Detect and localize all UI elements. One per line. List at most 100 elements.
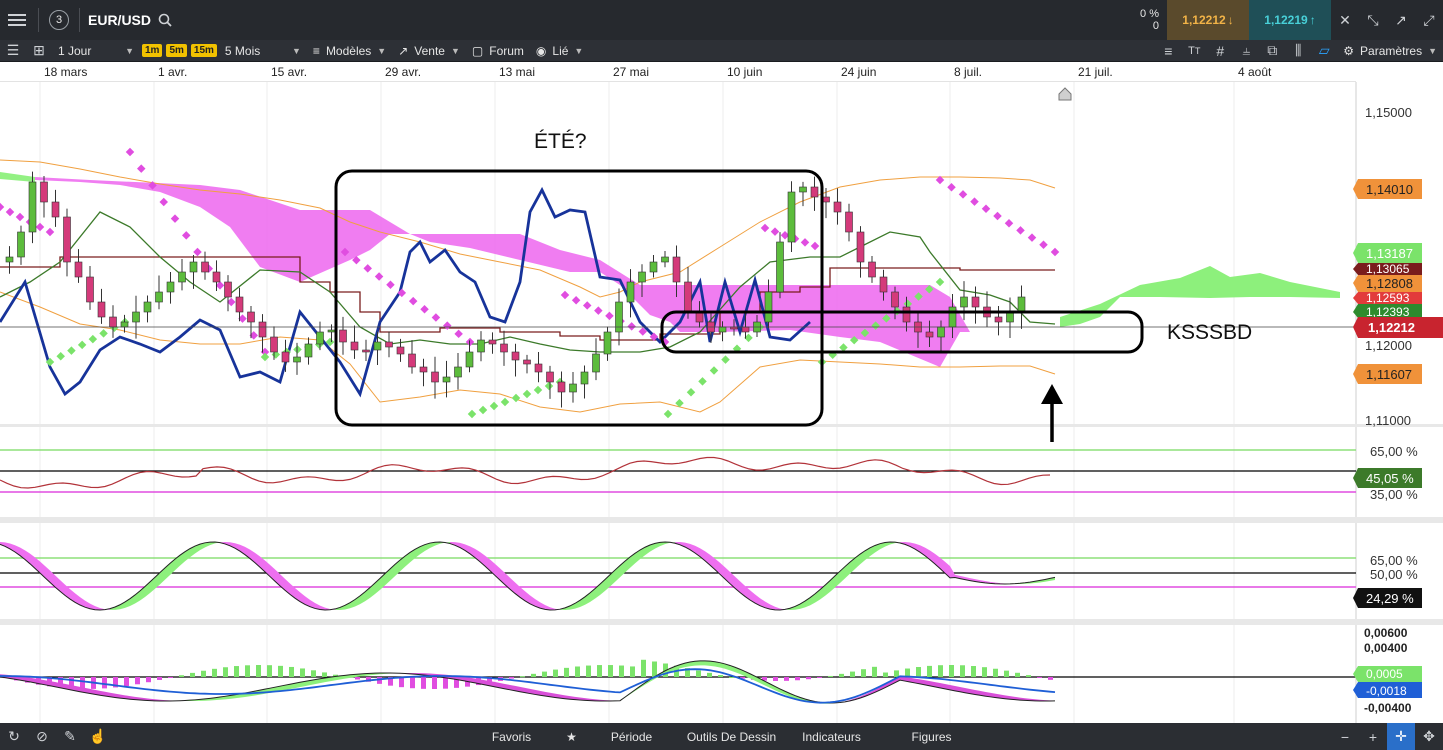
panel-separator[interactable] (0, 517, 1443, 523)
panel-separator[interactable] (0, 619, 1443, 625)
candle-body (97, 301, 106, 318)
candle-body (960, 296, 968, 308)
svg-text:1,12593: 1,12593 (1366, 291, 1410, 305)
pencil-icon[interactable]: ✎ (56, 723, 84, 750)
period-select[interactable]: 1 Jour ▼ (52, 40, 140, 61)
layout-counter-badge[interactable]: 3 (49, 10, 69, 30)
date-label: 24 juin (841, 65, 877, 79)
favorites-label: Favoris (491, 729, 532, 744)
fullscreen-icon[interactable]: ⤢ (1415, 6, 1443, 34)
indicators-button[interactable]: Indicateurs (782, 723, 882, 750)
macd-bar (168, 677, 173, 678)
price-tag-orange: 1,14010 (1353, 179, 1422, 199)
crosshair-icon[interactable]: ✛ (1387, 723, 1415, 750)
annotation-ksssbd[interactable]: KSSSBD (1167, 321, 1252, 344)
zoom-in-icon[interactable]: + (1359, 723, 1387, 750)
timeframe-1m[interactable]: 1m (142, 44, 163, 57)
macd-bar (883, 672, 888, 677)
candle-body (925, 331, 934, 338)
period-bottom-label: Période (610, 729, 653, 744)
tag-icon[interactable]: ▱ (1311, 40, 1337, 62)
macd-bar (157, 677, 162, 680)
chevron-down-icon: ▼ (450, 45, 460, 56)
search-icon[interactable] (151, 6, 179, 34)
refresh-icon[interactable]: ↻ (0, 723, 28, 750)
forum-button[interactable]: ▢ Forum (466, 40, 530, 61)
buy-price: 1,12219 (1264, 13, 1308, 27)
menu-icon[interactable] (0, 6, 34, 34)
popout-icon[interactable]: ↗ (1387, 6, 1415, 34)
forum-label: Forum (489, 43, 524, 58)
disable-icon[interactable]: ⊘ (28, 723, 56, 750)
candle-body (822, 196, 830, 203)
period-button[interactable]: Période (582, 723, 682, 750)
macd-bar (850, 671, 855, 677)
macd-ribbon-segment (705, 660, 710, 666)
move-icon[interactable]: ✥ (1415, 723, 1443, 750)
figures-button[interactable]: Figures (882, 723, 982, 750)
timeframe-5m[interactable]: 5m (166, 44, 187, 57)
macd-hist-tag: 0,0005 (1353, 666, 1422, 682)
favorites-button[interactable]: Favoris (462, 723, 562, 750)
candle-body (235, 296, 244, 313)
candle-body (247, 311, 255, 323)
chevron-down-icon: ▼ (292, 45, 301, 56)
macd-bar (234, 666, 239, 677)
candle-body (511, 351, 520, 361)
rsi-value-tag: 45,05 % (1353, 468, 1422, 488)
shrink-icon[interactable]: ⤡ (1359, 6, 1387, 34)
annotation-ete[interactable]: ÉTÉ? (534, 130, 587, 153)
figures-label: Figures (911, 729, 952, 744)
models-menu[interactable]: ≡ Modèles ▼ (307, 40, 392, 61)
macd-bar (399, 677, 404, 688)
candle-body (776, 241, 784, 293)
macd-bar (960, 665, 965, 677)
timeframe-15m[interactable]: 15m (190, 44, 217, 57)
macd-bar (652, 661, 657, 677)
pointer-icon[interactable]: ☝ (84, 723, 112, 750)
bars-icon[interactable]: ≡ (1155, 40, 1181, 62)
candles-icon[interactable]: ⫼ (1285, 40, 1311, 62)
grid-layout-icon[interactable]: ⊞ (26, 40, 52, 62)
range-select[interactable]: 5 Mois ▼ (219, 40, 307, 61)
close-icon[interactable]: ✕ (1331, 6, 1359, 34)
macd-bar (102, 677, 107, 689)
settings-menu[interactable]: ⚙ Paramètres ▼ (1337, 40, 1443, 61)
percent-value: 0 % (1140, 8, 1159, 20)
macd-bar (773, 677, 778, 681)
sell-label: Vente (414, 43, 445, 58)
chart-canvas[interactable]: ÉTÉ? KSSSBD 1,15000 1,12000 1,11000 1,14… (0, 82, 1443, 723)
drawing-tools-button[interactable]: Outils De Dessin (682, 723, 782, 750)
zoom-out-icon[interactable]: − (1331, 723, 1359, 750)
candle-body (74, 261, 83, 278)
copy-icon[interactable]: ⧉ (1259, 40, 1285, 62)
macd-bar (322, 672, 327, 677)
linked-menu[interactable]: ◉ Lié ▼ (530, 40, 589, 61)
candle-body (546, 371, 554, 383)
symbol-title[interactable]: EUR/USD (88, 12, 151, 28)
macd-bar (179, 675, 184, 677)
macd-tick: -0,00400 (1364, 701, 1412, 715)
candle-body (787, 191, 796, 243)
macd-bar (1048, 677, 1053, 680)
candle-body (500, 343, 508, 353)
candle-body (477, 339, 485, 353)
date-label: 21 juil. (1078, 65, 1113, 79)
list-icon[interactable]: ☰ (0, 40, 26, 62)
text-size-icon[interactable]: TT (1181, 40, 1207, 62)
candle-body (856, 231, 865, 263)
buy-price-button[interactable]: 1,12219 ↑ (1249, 0, 1331, 40)
sell-price-button[interactable]: 1,12212 ↓ (1167, 0, 1249, 40)
macd-bar (938, 665, 943, 677)
macd-bar (630, 666, 635, 677)
crosshair-grid-icon[interactable]: # (1207, 40, 1233, 62)
period-label: 1 Jour (58, 43, 92, 58)
sliders-icon[interactable]: ⫨ (1233, 40, 1259, 62)
candle-body (201, 261, 209, 273)
candle-body (718, 326, 727, 333)
sell-menu[interactable]: ↗ Vente ▼ (392, 40, 466, 61)
candle-body (132, 311, 140, 323)
range-label: 5 Mois (224, 43, 261, 58)
date-label: 18 mars (44, 65, 88, 79)
star-icon[interactable]: ★ (562, 723, 582, 750)
